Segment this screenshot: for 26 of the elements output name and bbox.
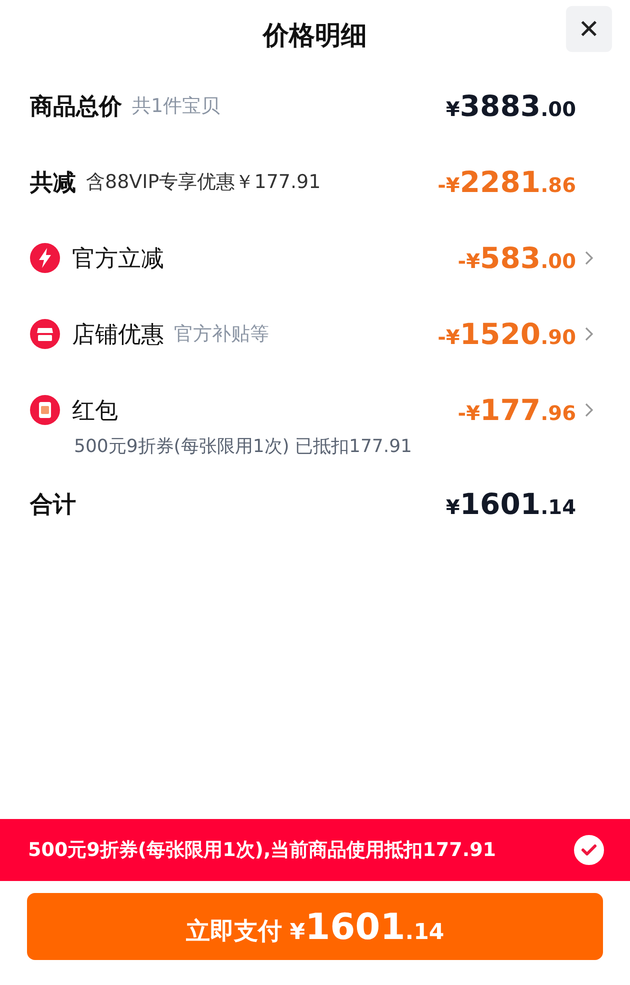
price-amount: -¥583.00: [458, 241, 576, 275]
row-label: 红包: [72, 396, 118, 426]
row-label: 商品总价: [30, 92, 122, 122]
row-note: 共1件宝贝: [132, 94, 220, 119]
chevron-right-icon[interactable]: [584, 250, 594, 266]
row-note: 官方补贴等: [174, 322, 269, 347]
envelope-icon: [30, 395, 60, 425]
price-amount: -¥1520.90: [438, 317, 576, 351]
chevron-right-icon[interactable]: [584, 402, 594, 418]
chevron-right-icon[interactable]: [584, 326, 594, 342]
checkmark-icon[interactable]: [574, 835, 604, 865]
lightning-icon: [30, 243, 60, 273]
coupon-detail: 500元9折券(每张限用1次) 已抵扣177.91: [74, 435, 414, 458]
row-label: 店铺优惠: [72, 320, 164, 350]
row-note: 含88VIP专享优惠￥177.91: [86, 170, 321, 195]
sheet-title: 价格明细: [263, 20, 367, 52]
row-label: 官方立减: [72, 244, 164, 274]
coupon-banner-text: 500元9折券(每张限用1次),当前商品使用抵扣177.91: [28, 838, 496, 863]
row-label: 共减: [30, 168, 76, 198]
row-label: 合计: [30, 490, 76, 520]
price-amount: ¥3883.00: [446, 89, 576, 123]
close-button[interactable]: ✕: [566, 6, 612, 52]
shop-icon: [30, 319, 60, 349]
price-amount: -¥177.96: [458, 393, 576, 427]
price-amount: ¥1601.14: [446, 487, 576, 521]
price-amount: -¥2281.86: [438, 165, 576, 199]
